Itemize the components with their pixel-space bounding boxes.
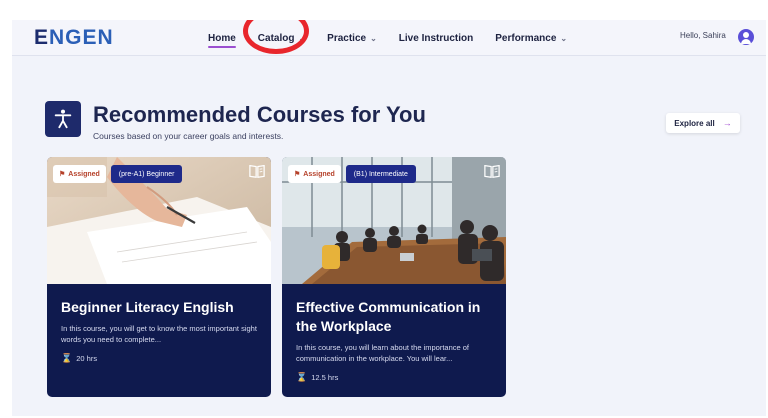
course-card-body: Effective Communication in the Workplace… <box>282 284 506 397</box>
course-duration: ⌛ 12.5 hrs <box>296 372 492 383</box>
course-duration-label: 12.5 hrs <box>311 373 339 382</box>
chevron-down-icon: ⌄ <box>370 33 377 43</box>
person-accessibility-icon <box>45 101 81 137</box>
assigned-badge-label: Assigned <box>68 170 100 178</box>
explore-all-button[interactable]: Explore all → <box>666 113 740 133</box>
user-avatar-icon[interactable] <box>738 29 754 45</box>
level-badge: (pre-A1) Beginner <box>110 165 183 183</box>
nav-home-label: Home <box>208 32 236 44</box>
assigned-badge: ⚑ Assigned <box>288 165 341 183</box>
assigned-badge-label: Assigned <box>303 170 335 178</box>
nav-live-instruction-label: Live Instruction <box>398 32 474 44</box>
arrow-right-icon: → <box>722 118 732 128</box>
nav-practice[interactable]: Practice ⌄ <box>327 20 377 56</box>
app-window: ENGEN Home Catalog ⌄ Practice ⌄ Live Ins… <box>12 20 766 416</box>
nav-live-instruction[interactable]: Live Instruction <box>399 20 473 56</box>
course-badges: ⚑ Assigned (B1) Intermediate <box>288 165 416 183</box>
section-title: Recommended Courses for You <box>93 102 426 127</box>
flag-icon: ⚑ <box>59 171 66 178</box>
chevron-down-icon: ⌄ <box>560 33 568 43</box>
course-title: Effective Communication in the Workplace <box>296 299 481 334</box>
explore-all-label: Explore all <box>674 118 715 128</box>
course-title: Beginner Literacy English <box>61 299 234 315</box>
section-subtitle: Courses based on your career goals and i… <box>93 131 284 141</box>
assigned-badge: ⚑ Assigned <box>53 165 106 183</box>
course-card-beginner-literacy[interactable]: ⚑ Assigned (pre-A1) Beginner Beginner Li… <box>47 157 271 397</box>
course-duration-label: 20 hrs <box>76 354 98 363</box>
open-book-icon[interactable] <box>483 163 501 179</box>
course-description: In this course, you will get to know the… <box>61 324 257 344</box>
open-book-icon[interactable] <box>248 163 266 179</box>
hourglass-icon: ⌛ <box>296 372 308 382</box>
nav-practice-label: Practice <box>327 32 367 44</box>
course-badges: ⚑ Assigned (pre-A1) Beginner <box>53 165 183 183</box>
course-description: In this course, you will learn about the… <box>296 343 470 363</box>
top-navbar: ENGEN Home Catalog ⌄ Practice ⌄ Live Ins… <box>12 20 766 56</box>
course-card-effective-communication[interactable]: ⚑ Assigned (B1) Intermediate Effective C… <box>282 157 506 397</box>
nav-performance[interactable]: Performance ⌄ <box>495 20 567 56</box>
nav-performance-label: Performance <box>495 32 557 44</box>
course-duration: ⌛ 20 hrs <box>61 353 257 364</box>
nav-home[interactable]: Home <box>208 20 236 56</box>
hourglass-icon: ⌛ <box>61 353 73 363</box>
engen-logo[interactable]: ENGEN <box>34 26 114 50</box>
user-greeting: Hello, Sahira <box>680 31 726 40</box>
course-card-body: Beginner Literacy English In this course… <box>47 284 271 397</box>
level-badge: (B1) Intermediate <box>345 165 416 183</box>
flag-icon: ⚑ <box>294 171 301 178</box>
